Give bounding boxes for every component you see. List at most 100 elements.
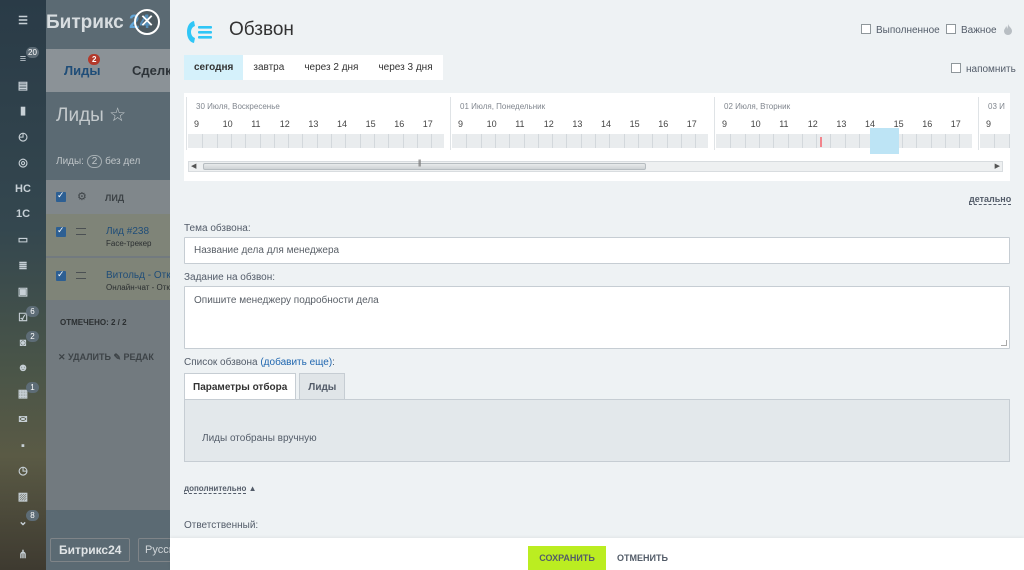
rail-text-item[interactable]: НС	[13, 182, 33, 196]
lead-title-link[interactable]: Лид #238	[106, 226, 149, 237]
hour-label: 14	[337, 119, 348, 129]
table-header: ⚙ ЛИД	[46, 180, 186, 214]
lead-title-link[interactable]: Витольд - Откр	[106, 270, 176, 281]
page-title: Лиды ☆	[56, 105, 127, 126]
tab-filter-params[interactable]: Параметры отбора	[184, 373, 297, 400]
panel-footer: СОХРАНИТЬ ОТМЕНИТЬ	[170, 538, 1024, 570]
current-time-marker	[820, 137, 822, 147]
window-icon[interactable]: ▭	[13, 233, 33, 247]
hour-label: 16	[922, 119, 933, 129]
reports-icon[interactable]: ▮	[13, 104, 33, 118]
scrollbar-thumb[interactable]	[203, 160, 646, 170]
hour-label: 17	[950, 119, 961, 129]
drive-icon[interactable]: ▣	[13, 285, 33, 299]
table-row[interactable]: Витольд - Откр Онлайн-чат - Откр	[46, 258, 186, 300]
day-separator	[978, 97, 979, 150]
contact-icon[interactable]: ▨	[13, 490, 33, 504]
hour-label: 9	[722, 119, 728, 129]
time-icon[interactable]: ◷	[13, 464, 33, 478]
stack-icon[interactable]: ≣	[13, 259, 33, 273]
leads-table: ⚙ ЛИД Лид #238 Face-трекер Витольд - Отк…	[46, 180, 186, 510]
column-lead-header[interactable]: ЛИД	[105, 193, 124, 203]
checkbox-box[interactable]	[951, 63, 961, 73]
day-separator	[450, 97, 451, 150]
crm-tabs: Лиды 2 Сделки	[46, 49, 186, 92]
save-button[interactable]: СОХРАНИТЬ	[528, 546, 606, 570]
hour-grid[interactable]	[452, 134, 708, 148]
important-label: Важное	[961, 25, 997, 36]
crm-icon[interactable]: ▤	[13, 79, 33, 93]
timeline-day: 03 И 9	[978, 93, 1010, 150]
scroll-right-arrow[interactable]: ▶	[995, 162, 1000, 171]
task-label: Задание на обзвон:	[184, 272, 276, 283]
timeline-day: 30 Июля, Воскресенье 9 10 11 12 13 14 15 16 17	[186, 93, 450, 150]
grid-icon[interactable]: ▪	[13, 439, 33, 453]
hour-label: 17	[686, 119, 697, 129]
remind-checkbox[interactable]: напомнить	[951, 63, 1016, 75]
close-slider-button[interactable]: ✕	[134, 9, 160, 35]
call-list-text: Список обзвона	[184, 357, 258, 368]
rail-badge: 8	[26, 510, 39, 521]
hour-label: 13	[308, 119, 319, 129]
bulk-actions[interactable]: ✕ УДАЛИТЬ ✎ РЕДАК	[58, 352, 154, 363]
hour-label: 14	[601, 119, 612, 129]
hour-label: 11	[515, 119, 525, 129]
gear-icon[interactable]: ⚙	[77, 190, 87, 203]
day-separator	[714, 97, 715, 150]
detail-link[interactable]: детально	[969, 194, 1012, 205]
subject-label: Тема обзвона:	[184, 223, 251, 234]
done-checkbox[interactable]: Выполненное	[861, 24, 940, 36]
resize-grip[interactable]	[1001, 340, 1007, 346]
day-label: 30 Июля, Воскресенье	[196, 102, 280, 111]
selected-time-slot[interactable]	[870, 128, 899, 154]
day-tab-tomorrow[interactable]: завтра	[243, 55, 294, 80]
hour-label: 12	[279, 119, 290, 129]
caret-up-icon: ▲	[248, 484, 257, 493]
checkbox-box[interactable]	[946, 24, 956, 34]
checkbox-box[interactable]	[861, 24, 871, 34]
hour-label: 9	[458, 119, 464, 129]
task-textarea[interactable]	[184, 286, 1010, 349]
table-row[interactable]: Лид #238 Face-трекер	[46, 214, 186, 256]
scroll-left-arrow[interactable]: ◀	[191, 162, 196, 171]
footer-logo[interactable]: Битрикс24	[50, 538, 131, 562]
row-checkbox[interactable]	[56, 225, 66, 237]
day-label: 03 И	[988, 102, 1005, 111]
add-more-link[interactable]: (добавить еще)	[260, 357, 332, 368]
tab-leads-list[interactable]: Лиды	[299, 373, 346, 400]
day-tab-today[interactable]: сегодня	[184, 55, 244, 80]
left-nav-rail: ☰ ≡ 20 ▤ ▮ ◴ ◎ НС 1C ▭ ≣ ▣ ☑ 6 ◙ 2 ☻ ▦ 1…	[0, 0, 46, 570]
users-icon[interactable]: ☻	[13, 361, 33, 375]
more-options-toggle[interactable]: дополнительно ▲	[184, 484, 257, 494]
cancel-button[interactable]: ОТМЕНИТЬ	[617, 546, 668, 570]
logo-text: Битрикс	[46, 12, 124, 33]
day-label: 01 Июля, Понедельник	[460, 102, 546, 111]
sitemap-icon[interactable]: ⋔	[13, 548, 33, 562]
hour-grid[interactable]	[188, 134, 444, 148]
hour-label: 13	[572, 119, 583, 129]
hour-grid[interactable]	[716, 134, 972, 148]
tab-leads[interactable]: Лиды 2	[64, 54, 100, 78]
lead-source: Онлайн-чат - Откр	[106, 283, 175, 292]
counter-prefix: Лиды:	[56, 156, 84, 167]
hour-grid[interactable]	[980, 134, 1010, 148]
target-icon[interactable]: ◎	[13, 156, 33, 170]
row-menu-icon[interactable]	[76, 272, 86, 279]
flame-icon	[1004, 24, 1013, 35]
select-all-checkbox[interactable]	[56, 190, 66, 202]
row-checkbox[interactable]	[56, 269, 66, 281]
planner-timeline[interactable]: 30 Июля, Воскресенье 9 10 11 12 13 14 15 16 17 01 …	[184, 93, 1010, 181]
row-menu-icon[interactable]	[76, 228, 86, 235]
subject-input[interactable]	[184, 237, 1010, 264]
menu-icon[interactable]: ☰	[13, 14, 33, 28]
counter-pill[interactable]: 2	[86, 155, 103, 168]
mail-icon[interactable]: ✉	[13, 413, 33, 427]
onec-icon[interactable]: 1C	[13, 207, 33, 221]
day-tab-in-3-days[interactable]: через 3 дня	[368, 55, 442, 80]
clock-icon[interactable]: ◴	[13, 130, 33, 144]
timeline-scrollbar[interactable]: ◀ ▶	[188, 160, 1003, 172]
day-separator	[186, 97, 187, 150]
rail-badge: 6	[26, 306, 39, 317]
important-checkbox[interactable]: Важное	[946, 24, 1013, 36]
day-tab-in-2-days[interactable]: через 2 дня	[294, 55, 368, 80]
